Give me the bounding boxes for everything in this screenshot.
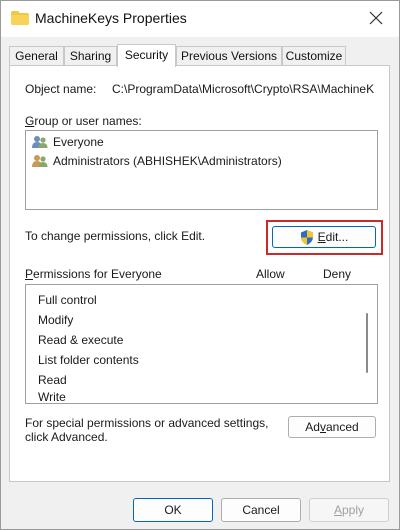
object-name-label: Object name:: [25, 82, 97, 96]
tab-previous-versions[interactable]: Previous Versions: [176, 46, 282, 66]
advanced-text-post: anced: [325, 420, 359, 434]
properties-dialog: MachineKeys Properties General Sharing S…: [0, 0, 400, 530]
apply-accesskey: A: [333, 503, 342, 517]
edit-highlight-box: [266, 220, 383, 255]
permissions-listbox[interactable]: Full control Modify Read & execute List …: [25, 284, 378, 404]
permissions-label-accesskey: P: [25, 267, 34, 281]
tab-general[interactable]: General: [9, 46, 64, 66]
advanced-button[interactable]: Ad v anced: [288, 416, 376, 438]
permission-row: Modify: [38, 313, 74, 327]
users-listbox[interactable]: Everyone Administrators (ABHISHEK\Admini…: [25, 130, 378, 210]
permissions-label: Permissions for Everyone: [25, 267, 162, 281]
permissions-label-text: ermissions for Everyone: [33, 267, 162, 281]
ok-button[interactable]: OK: [133, 498, 213, 522]
window-title: MachineKeys Properties: [35, 10, 187, 26]
allow-column-header: Allow: [256, 267, 285, 281]
close-button[interactable]: [361, 5, 391, 31]
deny-column-header: Deny: [323, 267, 352, 281]
tab-sharing[interactable]: Sharing: [64, 46, 117, 66]
group-label-text: roup or user names:: [34, 114, 142, 128]
change-permissions-text: To change permissions, click Edit.: [25, 229, 206, 243]
object-name-value: C:\ProgramData\Microsoft\Crypto\RSA\Mach…: [112, 82, 375, 96]
user-name: Everyone: [53, 135, 104, 149]
vertical-scrollbar[interactable]: [366, 313, 368, 373]
apply-button[interactable]: Apply: [309, 498, 389, 522]
apply-button-text: pply: [342, 503, 365, 517]
cancel-button[interactable]: Cancel: [221, 498, 301, 522]
users-group-icon: [32, 136, 48, 148]
tab-customize[interactable]: Customize: [282, 46, 346, 66]
advanced-text-pre: Ad: [305, 420, 320, 434]
special-permissions-text-line2: click Advanced.: [25, 430, 108, 444]
special-permissions-text-line1: For special permissions or advanced sett…: [25, 416, 269, 430]
title-bar: MachineKeys Properties: [1, 1, 399, 37]
permission-row: List folder contents: [38, 353, 139, 367]
user-name: Administrators (ABHISHEK\Administrators): [53, 154, 282, 168]
security-panel: Object name: C:\ProgramData\Microsoft\Cr…: [9, 65, 390, 482]
group-label-accesskey: G: [25, 114, 35, 128]
permission-row: Read: [38, 373, 67, 387]
permission-row: Full control: [38, 293, 97, 307]
users-group-icon: [32, 155, 48, 167]
close-icon: [369, 11, 383, 25]
tab-security[interactable]: Security: [117, 44, 176, 67]
folder-icon: [11, 11, 29, 25]
list-item[interactable]: Everyone: [32, 133, 104, 151]
group-users-label: Group or user names:: [25, 114, 142, 128]
list-item[interactable]: Administrators (ABHISHEK\Administrators): [32, 152, 282, 170]
permission-row: Write: [38, 391, 66, 403]
permission-row: Read & execute: [38, 333, 124, 347]
